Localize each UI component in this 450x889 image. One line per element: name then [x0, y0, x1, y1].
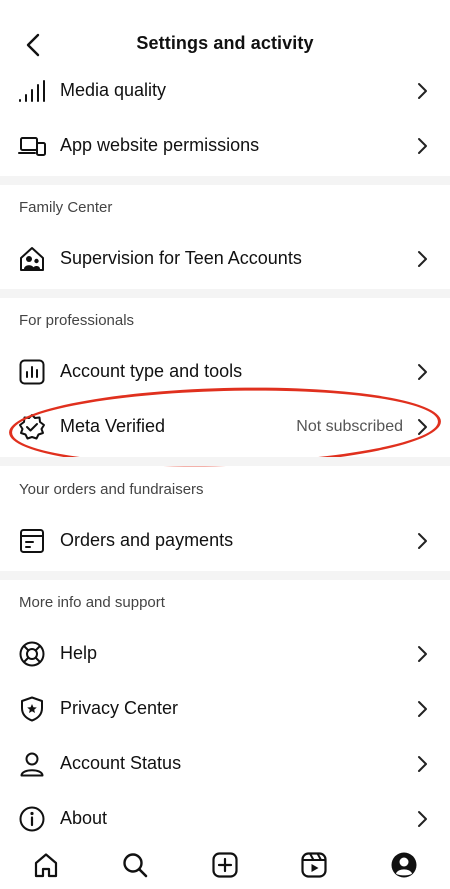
- chevron-right-icon: [416, 754, 430, 774]
- chevron-right-icon: [416, 417, 430, 437]
- row-label: About: [60, 808, 108, 828]
- row-account-status[interactable]: Account Status: [0, 736, 450, 791]
- row-app-website-permissions[interactable]: App website permissions: [0, 118, 450, 173]
- search-icon: [123, 853, 148, 878]
- row-orders-payments[interactable]: Orders and payments: [0, 513, 450, 568]
- row-label: Account type and tools: [60, 361, 243, 381]
- section-divider: [0, 289, 450, 298]
- chevron-right-icon: [416, 249, 430, 269]
- signal-bars-icon: [18, 77, 46, 105]
- section-header-support: More info and support: [19, 594, 165, 611]
- verified-badge-icon: [18, 413, 46, 441]
- create-icon: [212, 852, 238, 878]
- shield-star-icon: [18, 695, 46, 723]
- row-label: Media quality: [60, 80, 167, 100]
- chevron-right-icon: [416, 81, 430, 101]
- tab-home[interactable]: [30, 849, 62, 881]
- row-supervision[interactable]: Supervision for Teen Accounts: [0, 231, 450, 286]
- row-label: Help: [60, 643, 98, 663]
- chevron-right-icon: [416, 362, 430, 382]
- section-divider: [0, 457, 450, 466]
- row-about[interactable]: About: [0, 791, 450, 846]
- info-icon: [18, 805, 46, 833]
- lifebuoy-icon: [18, 640, 46, 668]
- section-divider: [0, 176, 450, 185]
- row-account-type[interactable]: Account type and tools: [0, 344, 450, 399]
- bar-chart-icon: [18, 358, 46, 386]
- section-header-family: Family Center: [19, 199, 113, 216]
- page-title: Settings and activity: [136, 33, 314, 53]
- tab-create[interactable]: [209, 849, 241, 881]
- chevron-right-icon: [416, 644, 430, 664]
- receipt-icon: [18, 527, 46, 555]
- subscription-status: Not subscribed: [296, 417, 403, 435]
- devices-icon: [18, 132, 46, 160]
- person-icon: [18, 750, 46, 778]
- section-header-professionals: For professionals: [19, 312, 135, 329]
- tab-reels[interactable]: [298, 849, 330, 881]
- reels-icon: [301, 852, 327, 878]
- profile-icon: [391, 852, 417, 878]
- row-media-quality[interactable]: Media quality: [0, 63, 450, 118]
- section-divider: [0, 571, 450, 580]
- row-privacy-center[interactable]: Privacy Center: [0, 681, 450, 736]
- chevron-right-icon: [416, 809, 430, 829]
- chevron-right-icon: [416, 136, 430, 156]
- row-label: Orders and payments: [60, 530, 234, 550]
- row-label: App website permissions: [60, 135, 260, 155]
- bottom-tab-bar: [0, 839, 450, 889]
- chevron-right-icon: [416, 531, 430, 551]
- row-label: Privacy Center: [60, 698, 179, 718]
- row-help[interactable]: Help: [0, 626, 450, 681]
- row-meta-verified[interactable]: Meta Verified Not subscribed: [0, 399, 450, 454]
- home-icon: [34, 853, 58, 878]
- chevron-right-icon: [416, 699, 430, 719]
- section-header-orders: Your orders and fundraisers: [19, 481, 204, 498]
- tab-profile[interactable]: [388, 849, 420, 881]
- row-label: Supervision for Teen Accounts: [60, 248, 302, 268]
- tab-search[interactable]: [119, 849, 151, 881]
- row-label: Account Status: [60, 753, 182, 773]
- family-home-icon: [18, 245, 46, 273]
- row-label: Meta Verified: [60, 416, 166, 436]
